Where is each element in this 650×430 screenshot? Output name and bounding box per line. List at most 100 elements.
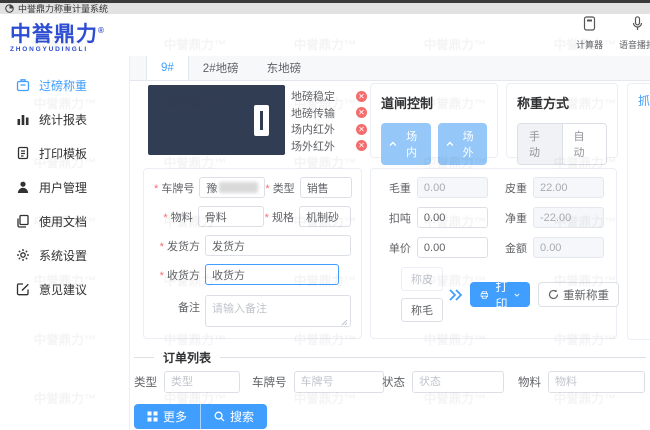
reweigh-label: 重新称重 bbox=[563, 289, 610, 302]
calculator-icon bbox=[583, 16, 596, 36]
amount-input bbox=[533, 237, 605, 258]
print-button[interactable]: 打印 bbox=[470, 280, 531, 311]
sender-label: 发货方 bbox=[154, 238, 200, 254]
spec-input[interactable] bbox=[299, 206, 351, 227]
status-label: 场内红外 bbox=[291, 124, 335, 137]
voice-label: 语音播报 bbox=[619, 40, 650, 50]
filter-material-label: 物料 bbox=[518, 377, 541, 389]
grid-icon bbox=[147, 411, 158, 422]
filter-type-input[interactable] bbox=[164, 371, 240, 393]
price-input[interactable] bbox=[416, 237, 488, 258]
weigh-gross-button[interactable]: 称毛 bbox=[401, 298, 443, 322]
vehicle-form-panel: 车牌号 豫 类型 物料 规格 发货方 收货方 备注 bbox=[143, 168, 362, 339]
capture-panel: 抓拍 bbox=[627, 83, 650, 340]
filter-status-label: 状态 bbox=[382, 377, 405, 389]
gate-control-panel: 道闸控制 场内 场外 bbox=[370, 83, 498, 165]
calculator-tool[interactable]: 计算器 bbox=[576, 16, 603, 51]
docs-icon bbox=[17, 214, 29, 228]
weigh-mode-panel: 称重方式 手动 自动 bbox=[506, 83, 618, 165]
plate-label: 车牌号 bbox=[154, 180, 194, 196]
capture-link[interactable]: 抓拍 bbox=[638, 94, 650, 108]
app-window-icon bbox=[5, 4, 14, 13]
sender-input[interactable] bbox=[205, 235, 351, 256]
sidebar-item-weighing[interactable]: 过磅称重 bbox=[0, 68, 129, 102]
net-label: 净重 bbox=[505, 212, 528, 225]
plate-redacted-blur bbox=[219, 182, 259, 193]
search-icon bbox=[214, 411, 225, 422]
weigh-tare-button[interactable]: 称皮 bbox=[401, 267, 443, 291]
main-content: 地磅稳定 ✕ 地磅传输 ✕ 场内红外 ✕ 场外红外 ✕ 道闸控制 场内 场外 称… bbox=[130, 81, 650, 430]
filter-status-input[interactable] bbox=[412, 371, 504, 393]
mode-manual-option[interactable]: 手动 bbox=[518, 124, 563, 164]
user-icon bbox=[17, 181, 29, 193]
status-row-infrared-out: 场外红外 ✕ bbox=[291, 138, 367, 155]
remark-label: 备注 bbox=[178, 302, 200, 314]
window-titlebar: 中誉鼎力称重计量系统 bbox=[0, 0, 650, 14]
filter-material-input[interactable] bbox=[548, 371, 645, 393]
more-label: 更多 bbox=[163, 410, 188, 424]
brand-logo: 中誉鼎力® ZHONGYUDINGLI bbox=[10, 20, 105, 54]
material-label: 物料 bbox=[154, 209, 193, 225]
search-label: 搜索 bbox=[230, 410, 255, 424]
sidebar-item-settings[interactable]: 系统设置 bbox=[0, 238, 129, 272]
sidebar-label-feedback: 意见建议 bbox=[39, 282, 88, 297]
chevron-up-icon bbox=[389, 141, 397, 146]
sidebar-item-docs[interactable]: 使用文档 bbox=[0, 204, 129, 238]
deduct-label: 扣吨 bbox=[388, 212, 411, 225]
calculator-label: 计算器 bbox=[576, 40, 604, 50]
spec-label: 规格 bbox=[264, 209, 294, 225]
brand-reg-mark: ® bbox=[98, 26, 105, 35]
deduct-input[interactable] bbox=[416, 207, 488, 228]
voice-tool[interactable]: 语音播报 bbox=[619, 16, 650, 51]
tab-scale-9[interactable]: 9# bbox=[146, 56, 189, 80]
gate-in-button[interactable]: 场内 bbox=[381, 123, 431, 165]
sidebar-label-docs: 使用文档 bbox=[39, 214, 88, 229]
header-tools: 计算器 语音播报 bbox=[576, 16, 650, 51]
sidebar-label-settings: 系统设置 bbox=[39, 248, 88, 263]
gate-out-button[interactable]: 场外 bbox=[437, 123, 487, 165]
scale-tabbar: 9# 2#地磅 东地磅 bbox=[130, 56, 650, 81]
status-error-icon: ✕ bbox=[356, 90, 367, 102]
scale-icon bbox=[16, 79, 30, 92]
reweigh-button[interactable]: 重新称重 bbox=[538, 282, 620, 307]
tab-label: 9# bbox=[161, 62, 174, 74]
remark-textarea[interactable] bbox=[205, 295, 351, 327]
status-error-icon: ✕ bbox=[356, 107, 367, 119]
gear-icon bbox=[17, 249, 29, 261]
status-label: 地磅传输 bbox=[291, 107, 335, 120]
sidebar-item-users[interactable]: 用户管理 bbox=[0, 170, 129, 204]
sidebar-item-reports[interactable]: 统计报表 bbox=[0, 102, 129, 136]
chevron-down-icon bbox=[514, 293, 520, 297]
feedback-icon bbox=[16, 283, 29, 296]
order-list-title: 订单列表 bbox=[163, 351, 212, 365]
status-error-icon: ✕ bbox=[356, 123, 367, 135]
type-input[interactable] bbox=[299, 177, 352, 198]
brand-name: 中誉鼎力 bbox=[10, 23, 98, 46]
sidebar-item-feedback[interactable]: 意见建议 bbox=[0, 272, 129, 306]
sidebar-label-users: 用户管理 bbox=[39, 180, 88, 195]
resize-handle-icon[interactable] bbox=[341, 319, 348, 326]
tab-scale-2[interactable]: 2#地磅 bbox=[189, 56, 253, 80]
material-input[interactable] bbox=[197, 206, 264, 227]
double-chevron-icon bbox=[448, 288, 464, 302]
search-button[interactable]: 搜索 bbox=[201, 404, 267, 429]
order-list-divider: 订单列表 bbox=[134, 349, 646, 366]
plate-input[interactable]: 豫 bbox=[199, 177, 266, 198]
net-input bbox=[533, 207, 605, 228]
printer-icon bbox=[480, 290, 489, 299]
gross-label: 毛重 bbox=[388, 182, 411, 195]
receiver-input[interactable] bbox=[205, 264, 339, 285]
status-label: 场外红外 bbox=[291, 140, 335, 153]
sidebar-item-print-template[interactable]: 打印模板 bbox=[0, 136, 129, 170]
filter-plate-input[interactable] bbox=[293, 371, 384, 393]
scale-status-list: 地磅稳定 ✕ 地磅传输 ✕ 场内红外 ✕ 场外红外 ✕ bbox=[291, 88, 367, 154]
more-button[interactable]: 更多 bbox=[134, 404, 202, 429]
sidebar-label-reports: 统计报表 bbox=[39, 112, 88, 127]
tab-scale-east[interactable]: 东地磅 bbox=[253, 56, 316, 80]
print-label: 打印 bbox=[495, 279, 508, 311]
mode-auto-option[interactable]: 自动 bbox=[562, 124, 606, 164]
receiver-label: 收货方 bbox=[154, 267, 200, 283]
type-label: 类型 bbox=[265, 180, 295, 196]
filter-plate-label: 车牌号 bbox=[252, 377, 287, 389]
weight-form-panel: 毛重 皮重 扣吨 净重 单价 金额 称皮 称毛 bbox=[370, 168, 620, 339]
